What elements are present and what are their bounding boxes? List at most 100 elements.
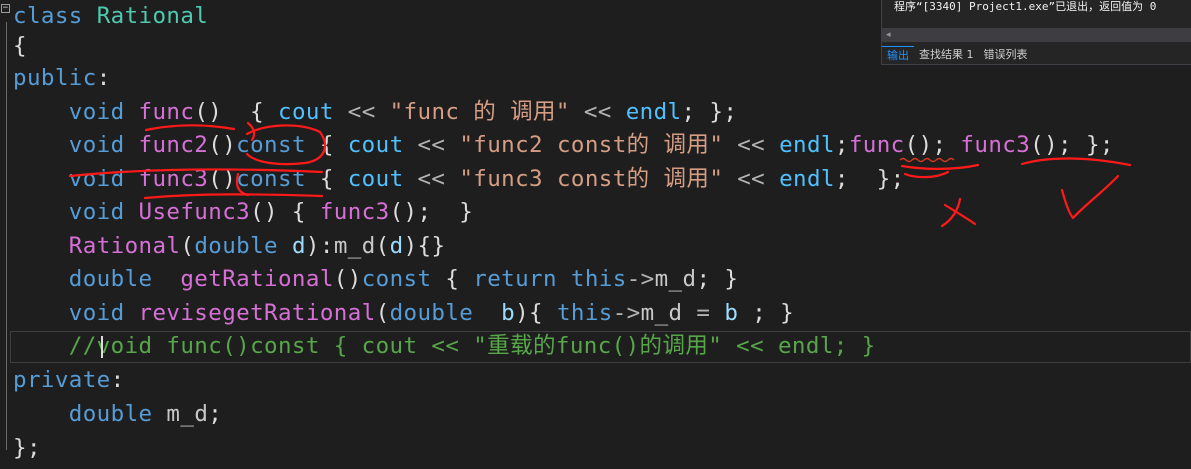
code-token: double: [389, 300, 502, 326]
code-line[interactable]: class Rational: [13, 0, 208, 33]
code-line[interactable]: Rational(double d):m_d(d){}: [13, 230, 445, 263]
code-token: <<: [723, 132, 780, 158]
code-line[interactable]: void func() { cout << "func 的 调用" << end…: [13, 96, 737, 129]
code-token: double: [13, 401, 167, 427]
code-token: <<: [723, 166, 780, 192]
code-token: func3: [960, 132, 1031, 158]
code-line[interactable]: double getRational()const { return this-…: [13, 263, 738, 296]
code-token: func3: [138, 166, 209, 192]
code-token: this: [570, 266, 627, 292]
code-token: Usefunc3: [138, 199, 251, 225]
code-token: return: [473, 266, 571, 292]
code-token: ){}: [403, 233, 446, 259]
code-token: endl: [779, 166, 835, 192]
code-token: const: [361, 266, 432, 292]
code-token: (): [208, 166, 237, 192]
code-token: "func2 const的 调用": [459, 132, 724, 158]
code-token: b: [501, 300, 516, 326]
code-token: ;: [834, 132, 849, 158]
code-token: ; };: [834, 166, 905, 192]
code-token: :: [110, 367, 125, 393]
code-line[interactable]: };: [13, 432, 41, 465]
code-line[interactable]: {: [13, 30, 27, 63]
code-token: void: [13, 300, 139, 326]
tab-find-results[interactable]: 查找结果 1: [914, 46, 979, 64]
code-line[interactable]: double m_d;: [13, 398, 222, 431]
code-token: cout: [347, 166, 404, 192]
horizontal-scrollbar[interactable]: ◂: [882, 28, 1191, 42]
code-line[interactable]: private:: [13, 364, 125, 397]
code-token: ();: [904, 132, 961, 158]
code-token: m_d: [640, 300, 683, 326]
code-token: this: [556, 300, 613, 326]
code-token: public: [13, 65, 97, 91]
code-token: void: [13, 132, 139, 158]
code-token: const: [236, 132, 306, 158]
code-token: (): [208, 132, 237, 158]
code-line[interactable]: //void func()const { cout << "重载的func()的…: [13, 330, 876, 363]
code-token: double: [194, 233, 292, 259]
code-token: ->: [626, 266, 655, 292]
code-token: };: [13, 435, 41, 461]
code-token: =: [682, 300, 725, 326]
code-token: (: [180, 233, 195, 259]
text-caret: [101, 336, 103, 358]
code-token: class: [13, 3, 97, 29]
code-token: cout: [278, 99, 334, 125]
code-token: <<: [403, 166, 460, 192]
code-token: <<: [403, 132, 460, 158]
code-token: //void func()const { cout << "重载的func()的…: [13, 333, 876, 359]
panel-tabs: 输出 查找结果 1 错误列表: [882, 46, 1033, 64]
code-token: m_d: [654, 266, 697, 292]
code-token: func: [138, 99, 195, 125]
tab-output[interactable]: 输出: [882, 46, 914, 64]
code-token: (): [194, 99, 251, 125]
code-line[interactable]: public:: [13, 62, 111, 95]
code-token: b: [724, 300, 739, 326]
tab-error-list[interactable]: 错误列表: [979, 46, 1033, 64]
code-token: Rational: [96, 3, 209, 29]
code-token: ; }: [696, 266, 739, 292]
code-token: (); }: [389, 199, 474, 225]
code-token: (): [333, 266, 362, 292]
scroll-left-icon[interactable]: ◂: [886, 28, 891, 42]
code-line[interactable]: void func3()const { cout << "func3 const…: [13, 163, 905, 196]
code-token: (: [375, 300, 390, 326]
code-token: {: [431, 266, 474, 292]
output-message: 程序“[3340] Project1.exe”已退出，返回值为 0: [894, 0, 1157, 13]
code-token: :: [96, 65, 111, 91]
code-token: m_d: [166, 401, 209, 427]
code-token: {: [13, 33, 27, 59]
code-token: Rational: [68, 233, 181, 259]
code-token: ;: [208, 401, 223, 427]
collapse-icon[interactable]: −: [1, 4, 10, 13]
code-token: ){: [515, 300, 557, 326]
code-token: ->: [612, 300, 641, 326]
code-line[interactable]: void Usefunc3() { func3(); }: [13, 196, 473, 229]
code-token: func3: [319, 199, 390, 225]
code-token: double: [13, 266, 181, 292]
code-token: m_d: [333, 233, 376, 259]
code-token: ; }: [738, 300, 795, 326]
code-token: revisegetRational: [138, 300, 376, 326]
code-line[interactable]: void revisegetRational(double b){ this->…: [13, 297, 794, 330]
code-token: ; };: [681, 99, 738, 125]
code-token: void: [13, 99, 139, 125]
code-token: () {: [250, 199, 320, 225]
code-editor[interactable]: − class Rational{public: void func() { c…: [0, 0, 1191, 469]
output-panel: 程序“[3340] Project1.exe”已退出，返回值为 0 ◂ 输出 查…: [881, 0, 1191, 65]
code-token: {: [250, 99, 279, 125]
code-token: (: [375, 233, 390, 259]
code-token: "func 的 调用": [389, 99, 570, 125]
code-token: endl: [779, 132, 835, 158]
code-token: <<: [569, 99, 626, 125]
code-token: "func3 const的 调用": [459, 166, 724, 192]
code-line[interactable]: void func2()const { cout << "func2 const…: [13, 129, 1114, 162]
code-token: void: [13, 166, 139, 192]
code-token: getRational: [180, 266, 334, 292]
code-token: cout: [347, 132, 404, 158]
code-token: d: [291, 233, 306, 259]
code-token: (); };: [1030, 132, 1114, 158]
code-token: ):: [305, 233, 334, 259]
